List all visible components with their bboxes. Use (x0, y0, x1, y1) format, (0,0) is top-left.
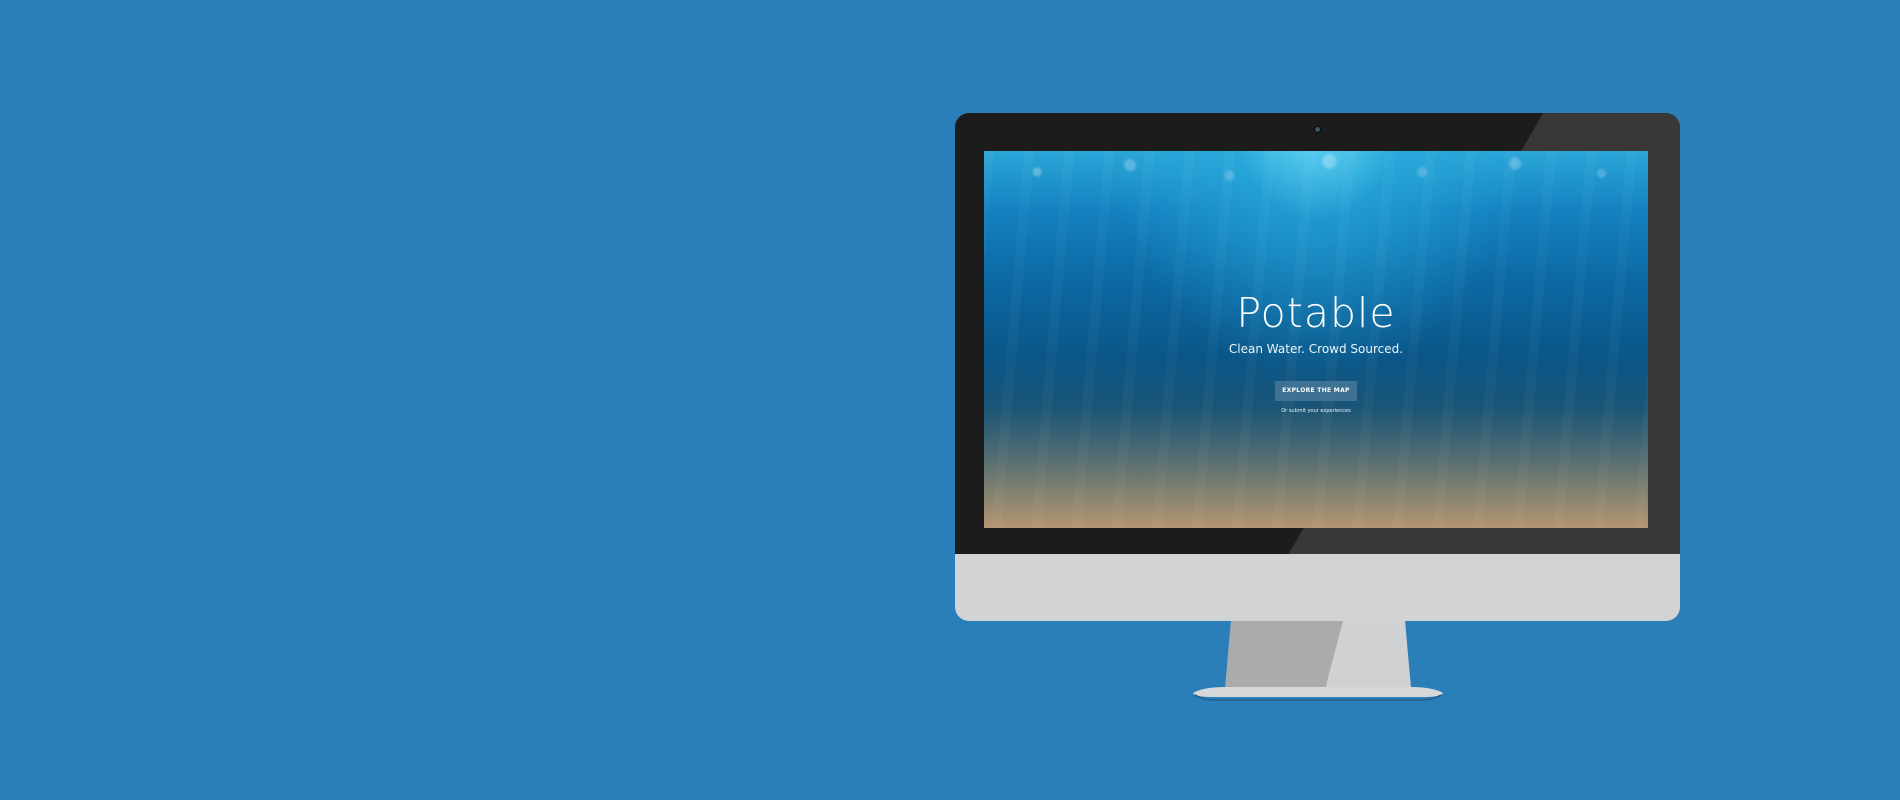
monitor-chin (955, 554, 1680, 621)
background-stage: Potable Clean Water. Crowd Sourced. EXPL… (0, 0, 1900, 800)
camera-icon (1315, 127, 1320, 132)
monitor-stand (1193, 621, 1443, 701)
site-subtitle: Clean Water. Crowd Sourced. (1228, 342, 1404, 356)
submit-experiences-link[interactable]: Or submit your experiences (984, 408, 1648, 414)
explore-map-button[interactable]: EXPLORE THE MAP (1275, 381, 1357, 401)
stand-shape (1193, 621, 1443, 701)
site-title: Potable (1236, 289, 1396, 337)
monitor-screen: Potable Clean Water. Crowd Sourced. EXPL… (984, 151, 1648, 528)
hero-section: Potable Clean Water. Crowd Sourced. EXPL… (984, 151, 1648, 528)
